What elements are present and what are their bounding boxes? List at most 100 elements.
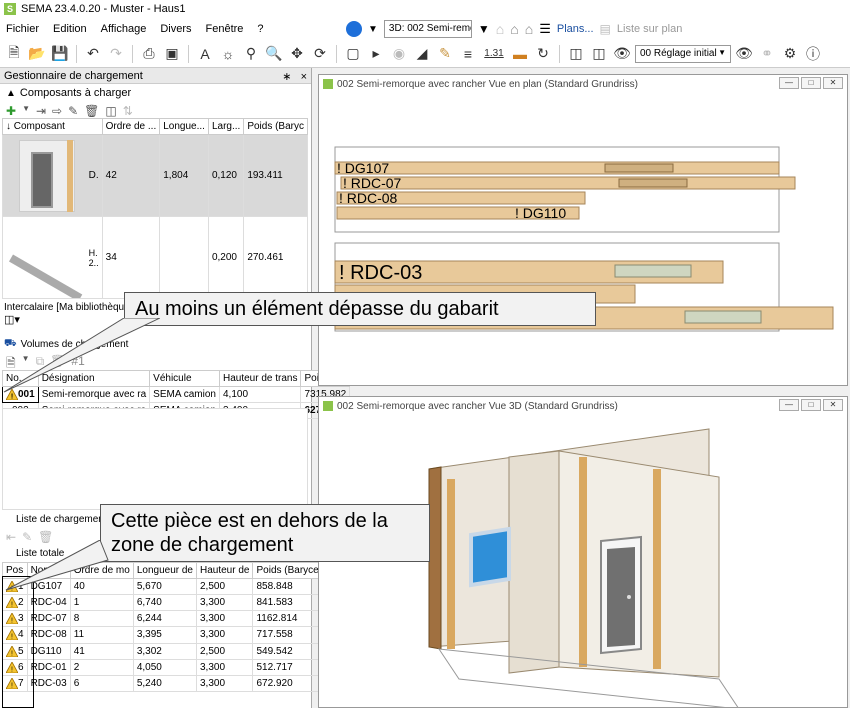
callout-outside: Cette pièce est en dehors de la zone de … (100, 504, 430, 562)
list-plan-button[interactable]: Liste sur plan (617, 23, 682, 35)
column-header[interactable]: Ordre de ... (101, 118, 161, 135)
minimize-icon[interactable]: — (779, 77, 799, 89)
insert-icon[interactable]: ⇥ (36, 104, 46, 118)
view3d-window-title-bar[interactable]: 002 Semi-remorque avec rancher Vue 3D (S… (319, 397, 847, 415)
rotate-icon[interactable]: ⟳ (310, 44, 330, 64)
separator (132, 44, 133, 63)
plan-list-icon[interactable]: ▤ (600, 22, 611, 36)
move-icon[interactable]: ✥ (287, 44, 307, 64)
link-icon[interactable]: ⚭ (757, 44, 777, 64)
eye-icon[interactable]: ◉ (389, 44, 409, 64)
house-icon[interactable]: ⌂ (510, 21, 518, 37)
add-icon[interactable]: ✚ (6, 104, 16, 118)
layers-icon[interactable]: ☰ (539, 21, 551, 37)
move-to-icon[interactable]: ⇨ (52, 104, 62, 118)
table-row[interactable]: ! 6 RDC-01 2 4,050 3,300 512.717 (2, 658, 356, 676)
app-logo (323, 401, 333, 411)
separator (559, 44, 560, 63)
layout-icon[interactable]: ◫ (589, 44, 609, 64)
vehicle-cell: SEMA camion (149, 385, 220, 404)
house-down-icon[interactable]: ⌂ (525, 21, 533, 37)
edit-icon[interactable]: ✎ (68, 104, 78, 118)
table-row[interactable]: H. 2.. 34 0,200 270.461 (2, 216, 308, 299)
column-header[interactable]: Longueur de (132, 562, 198, 579)
wall-icon[interactable]: ▬ (510, 44, 530, 64)
column-header[interactable]: Hauteur de (195, 562, 254, 579)
plan-window-title-bar[interactable]: 002 Semi-remorque avec rancher Vue en pl… (319, 75, 847, 93)
delete-icon[interactable]: 🗑 (84, 104, 99, 118)
plan-drawing[interactable]: ! DG107 ! RDC-07 ! RDC-08 ! DG110 ! RDC-… (319, 95, 849, 385)
close-icon[interactable]: ✕ (823, 399, 843, 411)
column-header[interactable]: Larg... (207, 118, 245, 135)
sort-icon[interactable]: ⇅ (123, 104, 133, 118)
info-icon[interactable]: ⓘ (803, 44, 823, 64)
component-name: H. 2.. (88, 247, 99, 268)
close-icon[interactable]: × (301, 71, 307, 83)
filter-icon[interactable]: ◫ (105, 104, 116, 118)
eye-settings-icon[interactable]: 👁 (734, 44, 754, 64)
plans-link[interactable]: Plans... (557, 23, 594, 35)
light-icon[interactable]: ☼ (218, 44, 238, 64)
menu-affichage[interactable]: Affichage (101, 23, 147, 35)
menu-divers[interactable]: Divers (160, 23, 191, 35)
refresh-icon[interactable]: ↻ (533, 44, 553, 64)
menu-fichier[interactable]: Fichier (6, 23, 39, 35)
column-header[interactable]: ↓ Composant (2, 118, 103, 135)
undo-icon[interactable]: ↶ (83, 44, 103, 64)
view-select[interactable]: 3D: 002 Semi-remorqu (383, 20, 472, 38)
column-header[interactable]: Poids (Baryc (243, 118, 308, 135)
redo-icon[interactable]: ↷ (106, 44, 126, 64)
stairs-icon[interactable]: ≡ (458, 44, 478, 64)
app-logo: S (4, 3, 16, 15)
open-folder-icon[interactable]: 📂 (27, 44, 47, 64)
columns-icon[interactable]: ◫ (566, 44, 586, 64)
gear-icon[interactable]: ⚙ (780, 44, 800, 64)
view-eye-icon[interactable]: 👁 (612, 44, 632, 64)
save-icon[interactable]: 💾 (50, 44, 70, 64)
stud-3 (447, 479, 455, 649)
menu-help[interactable]: ? (257, 23, 263, 35)
settings-select[interactable]: 00 Réglage initial ▼ (635, 44, 731, 63)
close-icon[interactable]: ✕ (823, 77, 843, 89)
panel-dg107 (334, 161, 780, 175)
text-format-icon[interactable]: A (195, 44, 215, 64)
wall-left-edge (428, 466, 442, 650)
table-row[interactable]: ! 5 DG110 41 3,302 2,500 549.542 (2, 642, 356, 660)
cube-icon[interactable]: ▢ (343, 44, 363, 64)
column-header[interactable]: Longue... (159, 118, 209, 135)
column-header[interactable]: Véhicule (149, 370, 220, 387)
components-table: ↓ Composant Ordre de ... Longue... Larg.… (2, 118, 308, 299)
weight-cell: 270.461 (243, 216, 308, 299)
arrow-down-icon[interactable]: ▼ (478, 22, 490, 36)
door-handle (627, 595, 631, 599)
table-row[interactable]: ! 7 RDC-03 6 5,240 3,300 672.920 (2, 674, 356, 692)
beam-thumbnail (7, 228, 87, 298)
maximize-icon[interactable]: □ (801, 77, 821, 89)
table-row[interactable]: D. 42 1,804 0,120 193.411 (2, 134, 308, 217)
column-header[interactable]: Hauteur de trans (218, 370, 302, 387)
new-file-icon[interactable]: 🗎 (4, 44, 24, 64)
measure-value[interactable]: 1.31 (481, 44, 507, 64)
teamviewer-icon[interactable] (346, 21, 362, 37)
minimize-icon[interactable]: — (779, 399, 799, 411)
order-cell: 34 (101, 216, 161, 299)
print-preview-icon[interactable]: ▣ (162, 44, 182, 64)
section-icon[interactable]: ▸ (366, 44, 386, 64)
menu-fenetre[interactable]: Fenêtre (206, 23, 244, 35)
dropdown-icon[interactable]: ▼ (368, 24, 378, 35)
chevron-down-icon[interactable]: ▼ (22, 104, 30, 118)
order-cell: 42 (101, 134, 161, 217)
fill-icon[interactable]: ◢ (412, 44, 432, 64)
brush-icon[interactable]: ✎ (435, 44, 455, 64)
pin-icon[interactable]: ∗ (282, 71, 291, 83)
zoom-window-icon[interactable]: ⚲ (241, 44, 261, 64)
house-up-icon[interactable]: ⌂ (496, 21, 504, 37)
menu-edition[interactable]: Edition (53, 23, 87, 35)
maximize-icon[interactable]: □ (801, 399, 821, 411)
length-cell: 6,244 (132, 610, 198, 628)
print-icon[interactable]: ⎙ (139, 44, 159, 64)
3d-model-view[interactable] (319, 417, 849, 707)
window-frame (469, 526, 511, 588)
zoom-icon[interactable]: 🔍 (264, 44, 284, 64)
opening-bottom (684, 310, 762, 324)
